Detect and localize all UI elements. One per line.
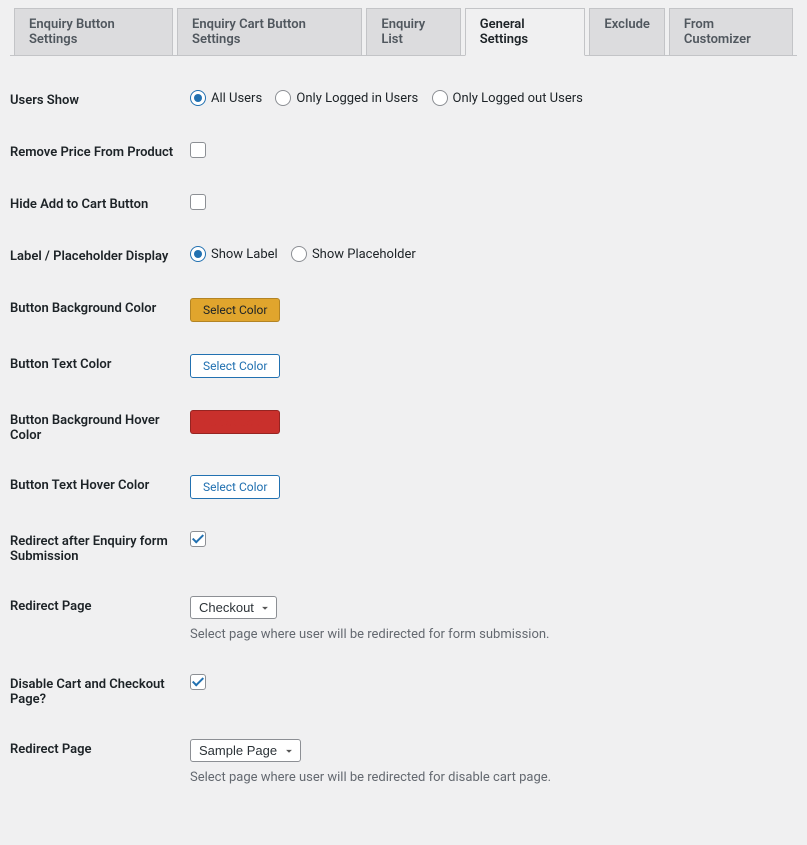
show-placeholder-text: Show Placeholder bbox=[312, 247, 416, 262]
users-show-all-text: All Users bbox=[211, 91, 262, 106]
disable-cart-checkbox[interactable] bbox=[190, 674, 206, 690]
btn-text-color-button[interactable]: Select Color bbox=[190, 354, 280, 378]
tab-exclude[interactable]: Exclude bbox=[589, 8, 665, 56]
users-show-loggedout-radio[interactable] bbox=[432, 90, 448, 106]
users-show-loggedin[interactable]: Only Logged in Users bbox=[275, 90, 418, 106]
users-show-label: Users Show bbox=[10, 78, 190, 130]
redirect-page-1-select[interactable]: Checkout bbox=[190, 596, 277, 619]
users-show-all-radio[interactable] bbox=[190, 90, 206, 106]
users-show-all[interactable]: All Users bbox=[190, 90, 262, 106]
btn-text-hover-color-button[interactable]: Select Color bbox=[190, 475, 280, 499]
tab-enquiry-button[interactable]: Enquiry Button Settings bbox=[14, 8, 173, 56]
redirect-after-checkbox[interactable] bbox=[190, 531, 206, 547]
users-show-loggedin-text: Only Logged in Users bbox=[296, 91, 418, 106]
redirect-after-label: Redirect after Enquiry form Submission bbox=[10, 519, 190, 584]
show-label-option[interactable]: Show Label bbox=[190, 246, 278, 262]
btn-text-label: Button Text Color bbox=[10, 342, 190, 398]
btn-text-hover-label: Button Text Hover Color bbox=[10, 463, 190, 519]
tab-enquiry-list[interactable]: Enquiry List bbox=[366, 8, 460, 56]
disable-cart-label: Disable Cart and Checkout Page? bbox=[10, 662, 190, 727]
redirect-page-1-desc: Select page where user will be redirecte… bbox=[190, 627, 787, 642]
settings-tabs: Enquiry Button Settings Enquiry Cart But… bbox=[10, 8, 797, 56]
tab-general-settings[interactable]: General Settings bbox=[465, 8, 586, 56]
settings-form: Users Show All Users Only Logged in User… bbox=[10, 78, 797, 805]
btn-bg-label: Button Background Color bbox=[10, 286, 190, 342]
show-placeholder-radio[interactable] bbox=[291, 246, 307, 262]
redirect-page-1-label: Redirect Page bbox=[10, 584, 190, 662]
hide-cart-checkbox[interactable] bbox=[190, 194, 206, 210]
remove-price-label: Remove Price From Product bbox=[10, 130, 190, 182]
btn-bg-hover-color-button[interactable]: Select Color bbox=[190, 410, 280, 434]
tab-from-customizer[interactable]: From Customizer bbox=[669, 8, 793, 56]
users-show-loggedout-text: Only Logged out Users bbox=[453, 91, 583, 106]
redirect-page-2-label: Redirect Page bbox=[10, 727, 190, 805]
btn-bg-hover-label: Button Background Hover Color bbox=[10, 398, 190, 463]
show-label-radio[interactable] bbox=[190, 246, 206, 262]
users-show-loggedout[interactable]: Only Logged out Users bbox=[432, 90, 583, 106]
redirect-page-2-desc: Select page where user will be redirecte… bbox=[190, 770, 787, 785]
hide-cart-label: Hide Add to Cart Button bbox=[10, 182, 190, 234]
remove-price-checkbox[interactable] bbox=[190, 142, 206, 158]
label-display-label: Label / Placeholder Display bbox=[10, 234, 190, 286]
redirect-page-2-select[interactable]: Sample Page bbox=[190, 739, 301, 762]
tab-enquiry-cart-button[interactable]: Enquiry Cart Button Settings bbox=[177, 8, 362, 56]
users-show-loggedin-radio[interactable] bbox=[275, 90, 291, 106]
show-label-text: Show Label bbox=[211, 247, 278, 262]
btn-bg-color-button[interactable]: Select Color bbox=[190, 298, 280, 322]
show-placeholder-option[interactable]: Show Placeholder bbox=[291, 246, 416, 262]
